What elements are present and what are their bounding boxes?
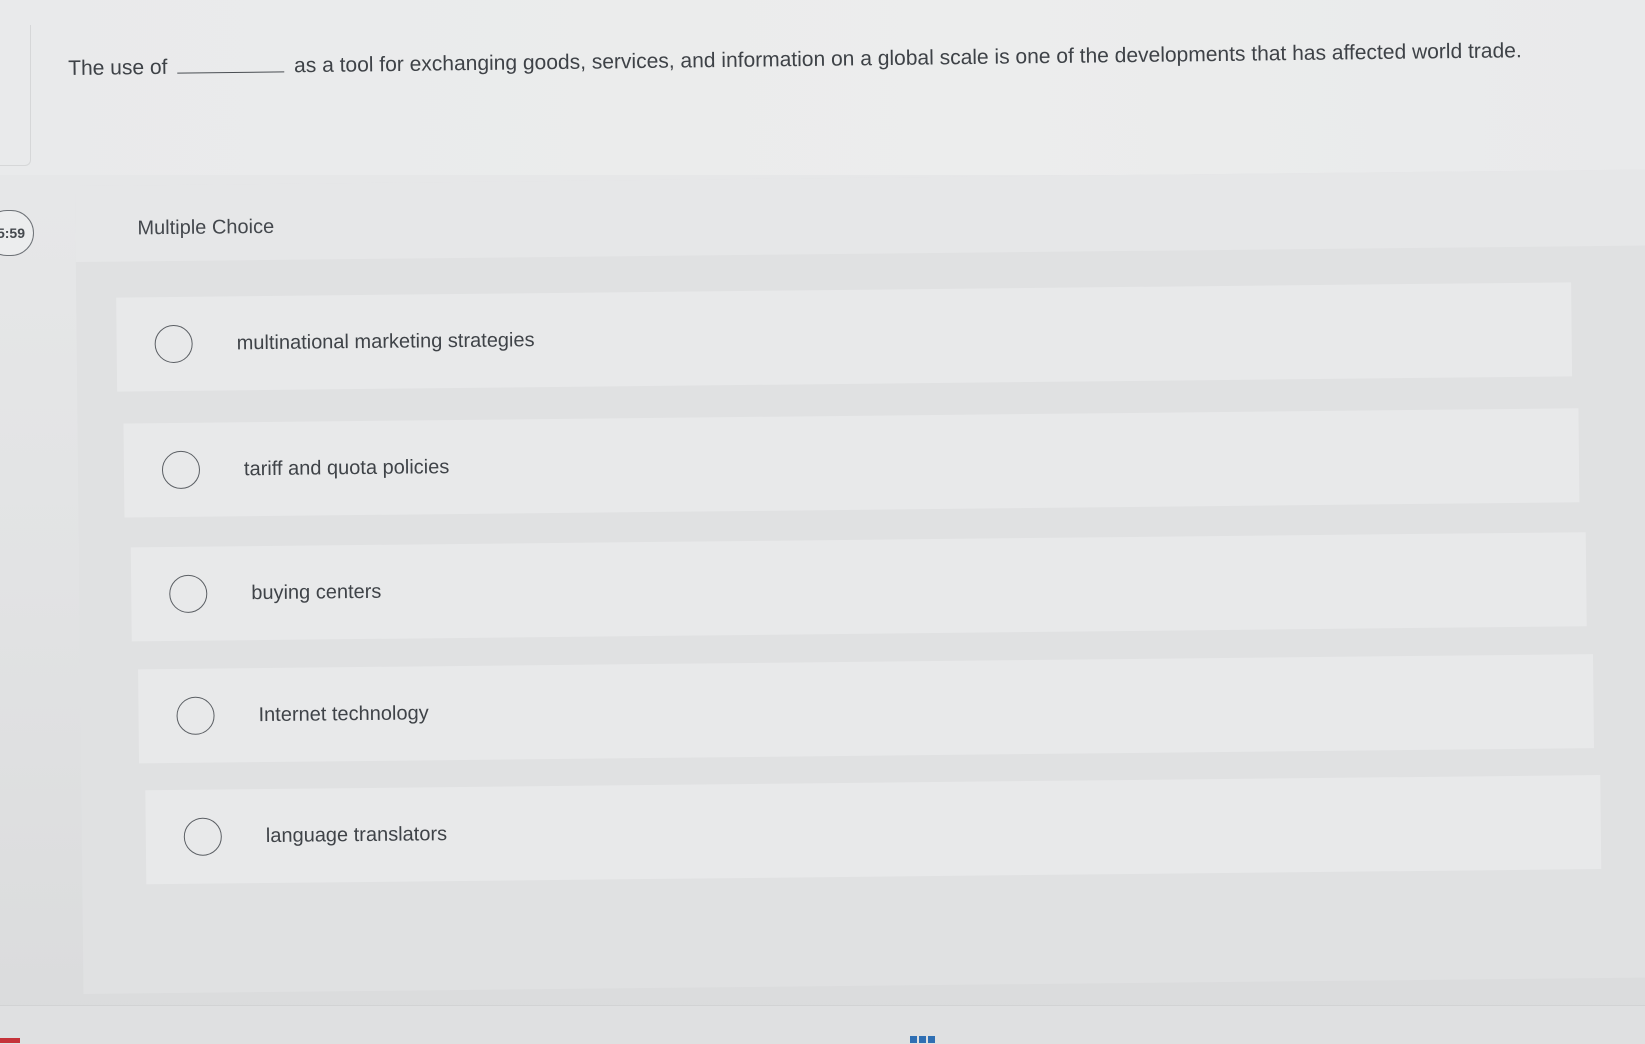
question-type-label: Multiple Choice [137,215,275,240]
option-label: multinational marketing strategies [236,329,535,355]
option-label: buying centers [251,580,382,605]
option-language-translators[interactable]: language translators [145,775,1602,885]
radio-button[interactable] [161,450,201,490]
option-label: Internet technology [258,702,429,727]
radio-button[interactable] [154,324,193,364]
option-buying-centers[interactable]: buying centers [130,532,1587,642]
grid-icon-cell [919,1036,926,1043]
answer-card: Multiple Choice multinational marketing … [75,169,1645,994]
left-rail [0,25,31,166]
radio-button[interactable] [183,817,223,856]
option-multinational-marketing-strategies[interactable]: multinational marketing strategies [116,282,1573,392]
page: The use of as a tool for exchanging good… [0,0,1645,1044]
question-text: The use of as a tool for exchanging good… [68,33,1608,86]
radio-button[interactable] [176,696,215,735]
grid-icon[interactable] [910,1036,935,1043]
timer-text: 5:59 [0,225,25,241]
option-internet-technology[interactable]: Internet technology [138,654,1594,764]
option-label: language translators [265,823,448,848]
radio-button[interactable] [169,574,208,614]
question-prefix: The use of [68,55,168,80]
footer-accent [0,1038,20,1043]
timer-badge[interactable]: 5:59 [0,210,34,256]
fill-in-blank [177,53,285,74]
card-header: Multiple Choice [75,169,1645,262]
question-suffix: as a tool for exchanging goods, services… [293,39,1522,78]
grid-icon-cell [910,1036,917,1043]
option-tariff-and-quota-policies[interactable]: tariff and quota policies [123,408,1580,518]
grid-icon-cell [928,1036,935,1043]
footer-bar [0,1005,1645,1044]
option-label: tariff and quota policies [243,456,450,481]
question-area: The use of as a tool for exchanging good… [0,0,1645,175]
